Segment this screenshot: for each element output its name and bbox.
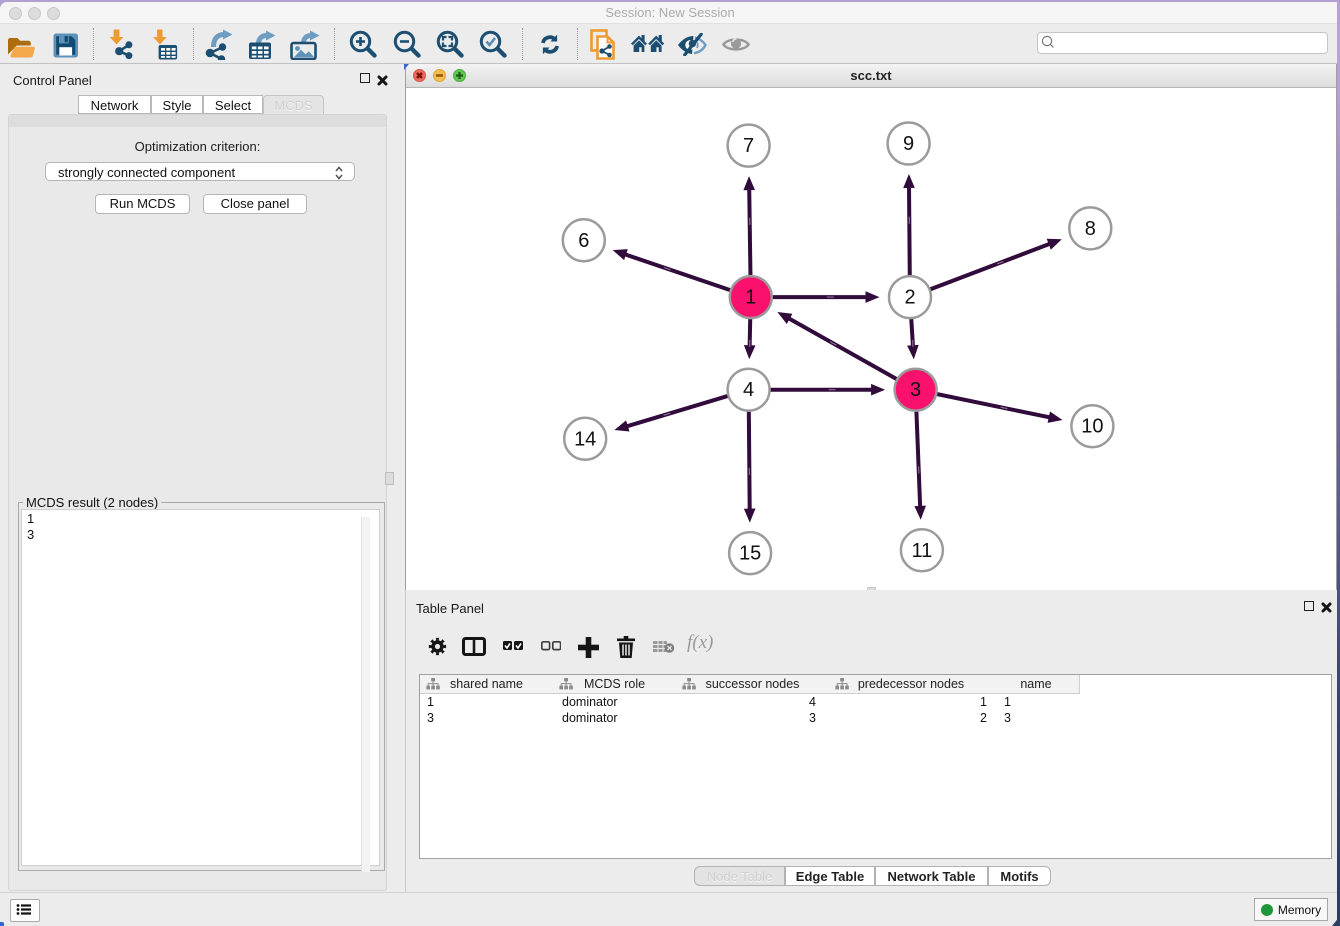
svg-text:9: 9 bbox=[903, 133, 914, 155]
svg-text:8: 8 bbox=[1085, 218, 1096, 240]
svg-text:6: 6 bbox=[578, 230, 589, 252]
svg-text:10: 10 bbox=[1081, 416, 1103, 438]
svg-text:15: 15 bbox=[739, 543, 761, 565]
svg-text:3: 3 bbox=[910, 379, 921, 401]
svg-text:2: 2 bbox=[904, 287, 915, 309]
svg-text:11: 11 bbox=[912, 540, 933, 562]
svg-text:14: 14 bbox=[574, 428, 596, 450]
svg-text:7: 7 bbox=[743, 135, 754, 157]
svg-text:1: 1 bbox=[745, 287, 756, 309]
svg-text:4: 4 bbox=[743, 379, 754, 401]
